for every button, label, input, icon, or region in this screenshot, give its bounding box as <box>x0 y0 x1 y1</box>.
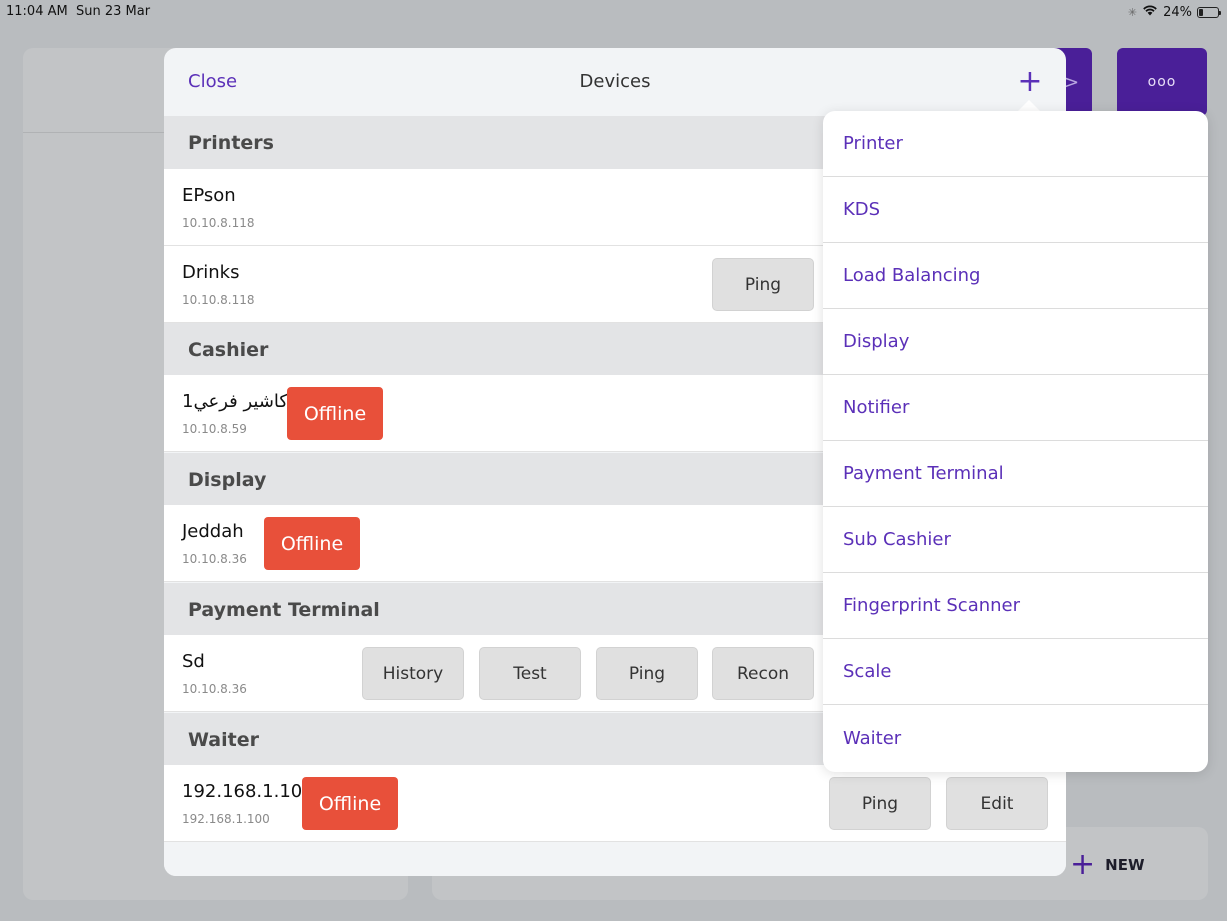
device-name: Drinks <box>182 262 240 283</box>
device-ip: 10.10.8.118 <box>182 216 255 230</box>
device-name: EPson <box>182 185 236 206</box>
device-ip: 192.168.1.100 <box>182 812 270 826</box>
menu-item-sub-cashier[interactable]: Sub Cashier <box>823 507 1208 573</box>
device-name: Jeddah <box>182 521 244 542</box>
ping-button[interactable]: Ping <box>712 258 814 311</box>
new-label: NEW <box>1105 856 1145 874</box>
offline-badge: Offline <box>287 387 383 440</box>
device-ip: 10.10.8.59 <box>182 422 247 436</box>
modal-footer <box>164 843 1066 876</box>
time-text: 11:04 AM <box>6 4 68 19</box>
edit-button[interactable]: Edit <box>946 777 1048 830</box>
menu-item-waiter[interactable]: Waiter <box>823 705 1208 771</box>
menu-item-display[interactable]: Display <box>823 309 1208 375</box>
status-time: 11:04 AM Sun 23 Mar <box>6 4 150 19</box>
add-device-icon[interactable]: + <box>1016 67 1044 97</box>
device-ip: 10.10.8.118 <box>182 293 255 307</box>
test-button[interactable]: Test <box>479 647 581 700</box>
menu-item-payment-terminal[interactable]: Payment Terminal <box>823 441 1208 507</box>
add-device-menu: Printer KDS Load Balancing Display Notif… <box>823 111 1208 772</box>
device-row[interactable]: 192.168.1.100 192.168.1.100 Offline Ping… <box>164 765 1066 842</box>
device-name: 1كاشير فرعي <box>182 391 288 412</box>
background-new-button: + NEW <box>1070 848 1145 882</box>
status-bar: 11:04 AM Sun 23 Mar ✳ 24% <box>0 0 1227 24</box>
date-text: Sun 23 Mar <box>75 4 151 19</box>
background-more-button: ooo <box>1117 48 1207 116</box>
menu-item-fingerprint-scanner[interactable]: Fingerprint Scanner <box>823 573 1208 639</box>
history-button[interactable]: History <box>362 647 464 700</box>
device-name: 192.168.1.100 <box>182 781 314 802</box>
menu-item-load-balancing[interactable]: Load Balancing <box>823 243 1208 309</box>
menu-item-scale[interactable]: Scale <box>823 639 1208 705</box>
wifi-icon <box>1142 4 1158 20</box>
plus-icon: + <box>1070 847 1096 882</box>
modal-title: Devices <box>579 71 651 92</box>
chevron-right-icon: > <box>1064 72 1080 93</box>
menu-item-notifier[interactable]: Notifier <box>823 375 1208 441</box>
menu-item-kds[interactable]: KDS <box>823 177 1208 243</box>
menu-item-printer[interactable]: Printer <box>823 111 1208 177</box>
battery-icon <box>1197 6 1221 18</box>
recon-button[interactable]: Recon <box>712 647 814 700</box>
more-icon: ooo <box>1147 74 1177 90</box>
ping-button[interactable]: Ping <box>829 777 931 830</box>
modal-header: Close Devices + <box>164 48 1066 116</box>
ping-button[interactable]: Ping <box>596 647 698 700</box>
offline-badge: Offline <box>264 517 360 570</box>
device-ip: 10.10.8.36 <box>182 552 247 566</box>
loading-spinner-icon: ✳ <box>1127 5 1138 19</box>
status-right: ✳ 24% <box>1127 4 1221 20</box>
device-ip: 10.10.8.36 <box>182 682 247 696</box>
battery-percent: 24% <box>1163 4 1192 20</box>
device-name: Sd <box>182 651 205 672</box>
offline-badge: Offline <box>302 777 398 830</box>
